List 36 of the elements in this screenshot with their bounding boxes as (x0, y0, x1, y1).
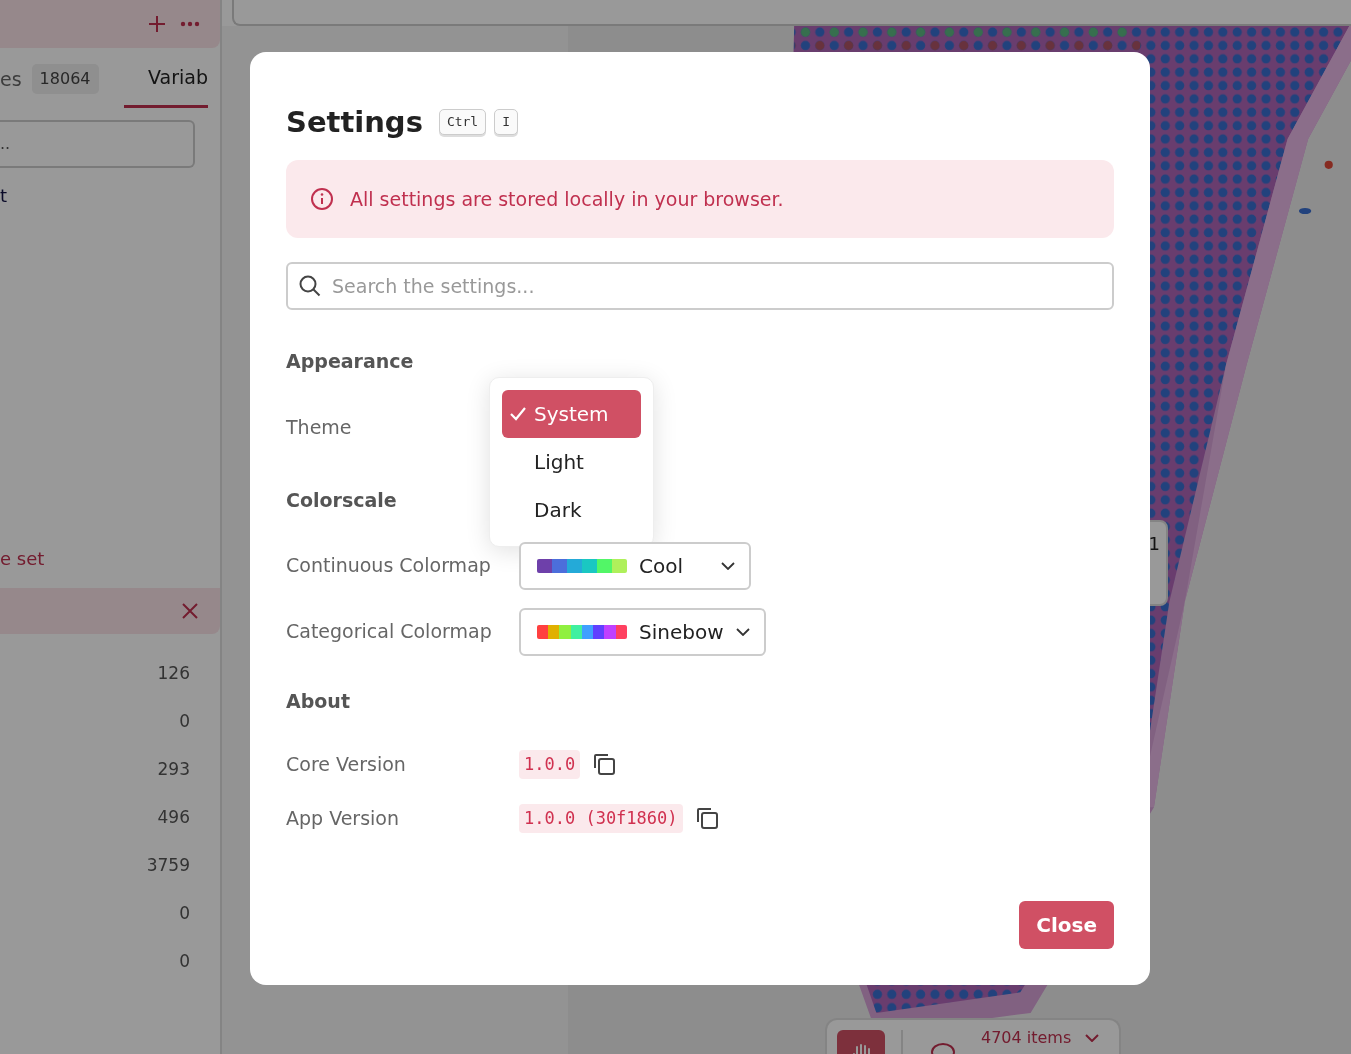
alert-text: All settings are stored locally in your browser. (350, 186, 784, 212)
setting-label: Categorical Colormap (286, 619, 493, 645)
count-value: 126 (157, 662, 190, 685)
count-value: 496 (157, 806, 190, 829)
close-button[interactable]: Close (1019, 901, 1114, 949)
count-value: 0 (179, 710, 190, 733)
list-item-text[interactable]: t (0, 182, 8, 209)
shortcut-key: I (494, 109, 519, 135)
setting-label: Continuous Colormap (286, 553, 492, 579)
count-value: 293 (157, 758, 190, 781)
version-code: 1.0.0 (30f1860) (519, 803, 683, 834)
version-code: 1.0.0 (519, 749, 581, 780)
legend-label: 1 (1148, 532, 1160, 556)
section-title: Appearance (286, 350, 414, 373)
section-title: About (286, 689, 350, 713)
count-value: 0 (179, 950, 190, 973)
dialog-title: Settings (286, 104, 423, 141)
setting-label: Core Version (286, 752, 407, 778)
menu-option[interactable]: System (502, 389, 641, 438)
panel-tab[interactable]: es 18064 (0, 64, 99, 108)
settings-search-field[interactable]: Search the settings... (286, 262, 1114, 310)
count-value: 0 (179, 902, 190, 925)
setting-label: Theme (286, 414, 353, 440)
menu-option[interactable]: Light (502, 437, 641, 486)
menu-option[interactable]: Dark (502, 485, 641, 534)
colormap-select[interactable]: Cool (519, 541, 751, 590)
count-value: 3759 (146, 854, 190, 877)
selection-dropdown[interactable]: 4704 items (977, 1028, 1104, 1048)
search-field[interactable]: .. (0, 120, 195, 168)
panel-tab[interactable]: Variab (124, 62, 208, 108)
shortcut-key: Ctrl (438, 109, 487, 135)
section-title: Colorscale (286, 488, 397, 512)
action-link[interactable]: e set (0, 545, 45, 572)
setting-label: App Version (286, 806, 401, 832)
count-badge: 18064 (31, 64, 99, 94)
colormap-select[interactable]: Sinebow (519, 607, 766, 656)
